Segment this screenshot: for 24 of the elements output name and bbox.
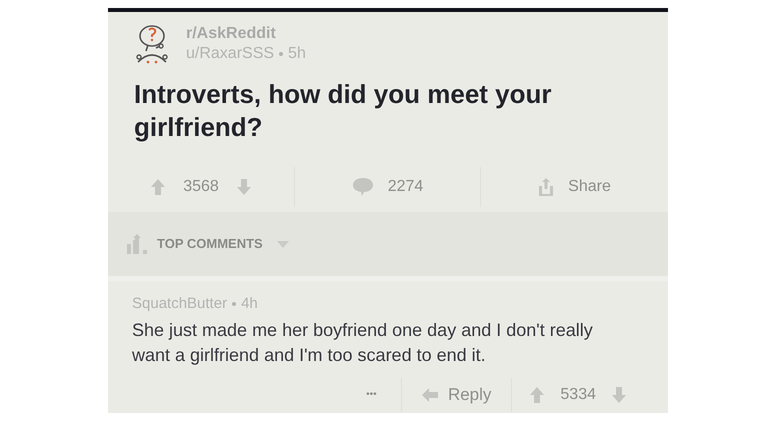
post-title: Introverts, how did you meet your girlfriend? xyxy=(134,78,552,144)
comment-author[interactable]: SquatchButter xyxy=(132,293,228,316)
more-options-button[interactable]: ••• xyxy=(342,378,402,412)
reply-button[interactable]: Reply xyxy=(402,378,512,412)
upvote-icon[interactable] xyxy=(530,386,544,402)
comment-count: 2274 xyxy=(388,176,424,196)
post-author[interactable]: u/RaxarSSS xyxy=(186,44,274,64)
comment-age: 4h xyxy=(241,294,258,314)
bar-chart-icon xyxy=(127,234,149,254)
upvote-icon[interactable] xyxy=(151,178,166,194)
share-icon xyxy=(538,176,554,196)
comment-score: 5334 xyxy=(560,384,596,404)
caret-icon xyxy=(276,240,289,248)
subreddit-name[interactable]: r/AskReddit xyxy=(186,24,306,44)
reply-arrow-icon xyxy=(422,388,438,402)
downvote-icon[interactable] xyxy=(236,178,251,194)
post-age: 5h xyxy=(288,44,306,64)
comment-body: She just made me her boyfriend one day and I don't really want a girlfriend and I'm too scared to end it. xyxy=(132,318,594,367)
speech-bubble-icon[interactable] xyxy=(352,176,374,196)
downvote-icon[interactable] xyxy=(612,386,626,402)
question-mascot-icon xyxy=(134,24,170,64)
sort-dropdown[interactable]: TOP COMMENTS xyxy=(157,234,289,254)
share-button[interactable]: Share xyxy=(481,166,668,206)
post-score: 3568 xyxy=(183,176,219,196)
